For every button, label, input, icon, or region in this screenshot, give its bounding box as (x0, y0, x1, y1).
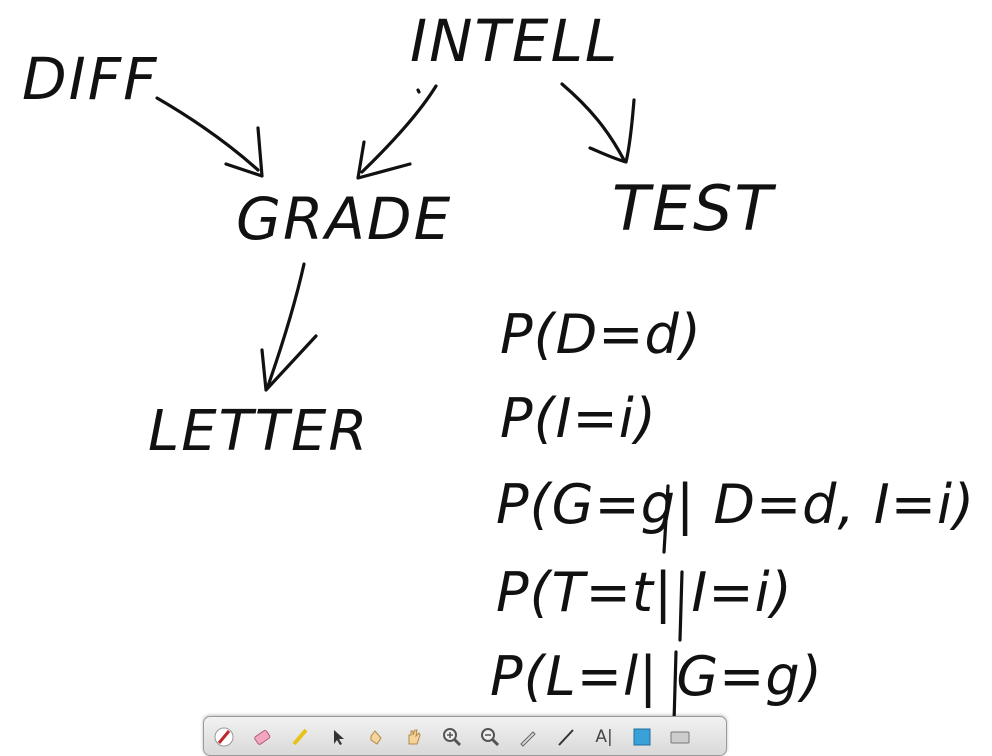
pen-dot (416, 88, 421, 94)
formula-p-difficulty: P(D=d) (500, 303, 702, 366)
edge-grade-letter (266, 262, 306, 388)
color-swatch-icon[interactable] (630, 725, 654, 749)
whiteboard-canvas[interactable]: DIFF INTELL GRADE TEST LETTER P(D=d) P(I… (0, 0, 992, 747)
formula-p-grade-given-d-i: P(G=g| D=d, I=i) (496, 473, 976, 536)
node-letter: LETTER (148, 399, 370, 464)
pointer-icon[interactable] (326, 725, 350, 749)
highlighter-icon[interactable] (288, 725, 312, 749)
laser-hand-icon[interactable] (364, 725, 388, 749)
node-intell: INTELL (410, 7, 620, 75)
formula-p-letter-given-g: P(L=l| G=g) (490, 645, 823, 708)
formula-p-test-given-i: P(T=t| I=i) (496, 561, 793, 624)
arrowhead-intell-test (588, 98, 636, 164)
text-icon[interactable]: A| (592, 725, 616, 749)
annotation-toolbar: A| (203, 716, 727, 756)
edge-intell-test (560, 82, 626, 162)
arrowhead-grade-letter (260, 334, 318, 392)
node-grade: GRADE (236, 185, 453, 253)
edge-diff-grade (155, 96, 260, 172)
eraser-icon[interactable] (250, 725, 274, 749)
node-diff: DIFF (22, 45, 159, 113)
line-icon[interactable] (554, 725, 578, 749)
zoom-out-icon[interactable] (478, 725, 502, 749)
pan-hand-icon[interactable] (402, 725, 426, 749)
arrowhead-diff-grade (224, 126, 264, 178)
keyboard-icon[interactable] (668, 725, 692, 749)
pen-icon[interactable] (212, 725, 236, 749)
formula-p-intelligence: P(I=i) (500, 387, 657, 450)
zoom-in-icon[interactable] (440, 725, 464, 749)
arrowhead-intell-grade (356, 140, 412, 180)
marker-icon[interactable] (516, 725, 540, 749)
edge-intell-grade (360, 84, 438, 174)
node-test: TEST (612, 172, 775, 245)
